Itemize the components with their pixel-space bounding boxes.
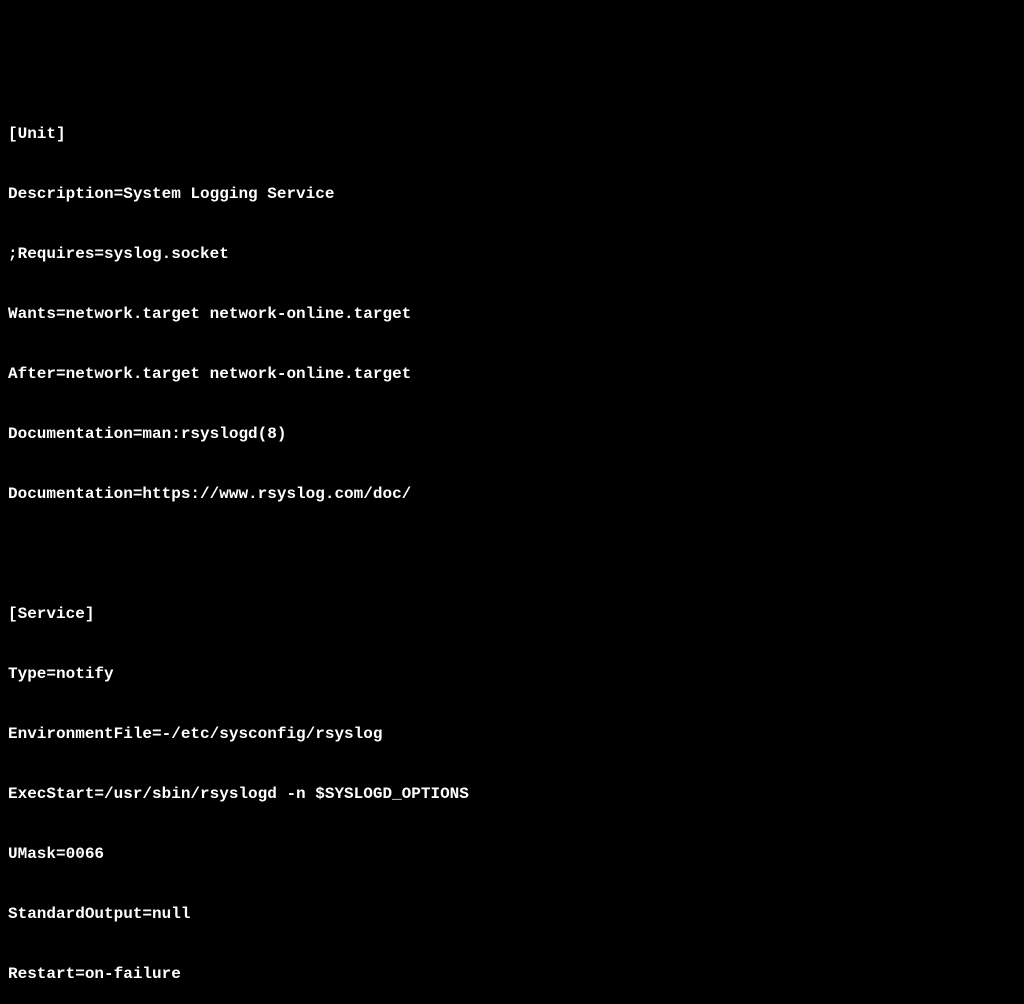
file-line: EnvironmentFile=-/etc/sysconfig/rsyslog bbox=[8, 724, 1016, 744]
file-line: UMask=0066 bbox=[8, 844, 1016, 864]
file-line: Restart=on-failure bbox=[8, 964, 1016, 984]
file-line: Description=System Logging Service bbox=[8, 184, 1016, 204]
file-line: After=network.target network-online.targ… bbox=[8, 364, 1016, 384]
file-line: Documentation=https://www.rsyslog.com/do… bbox=[8, 484, 1016, 504]
file-line: ExecStart=/usr/sbin/rsyslogd -n $SYSLOGD… bbox=[8, 784, 1016, 804]
file-line: Wants=network.target network-online.targ… bbox=[8, 304, 1016, 324]
file-line: ;Requires=syslog.socket bbox=[8, 244, 1016, 264]
terminal-output: [Unit] Description=System Logging Servic… bbox=[8, 84, 1016, 1004]
file-line: [Service] bbox=[8, 604, 1016, 624]
file-line bbox=[8, 544, 1016, 564]
file-line: Type=notify bbox=[8, 664, 1016, 684]
file-line: Documentation=man:rsyslogd(8) bbox=[8, 424, 1016, 444]
file-line: StandardOutput=null bbox=[8, 904, 1016, 924]
file-line: [Unit] bbox=[8, 124, 1016, 144]
